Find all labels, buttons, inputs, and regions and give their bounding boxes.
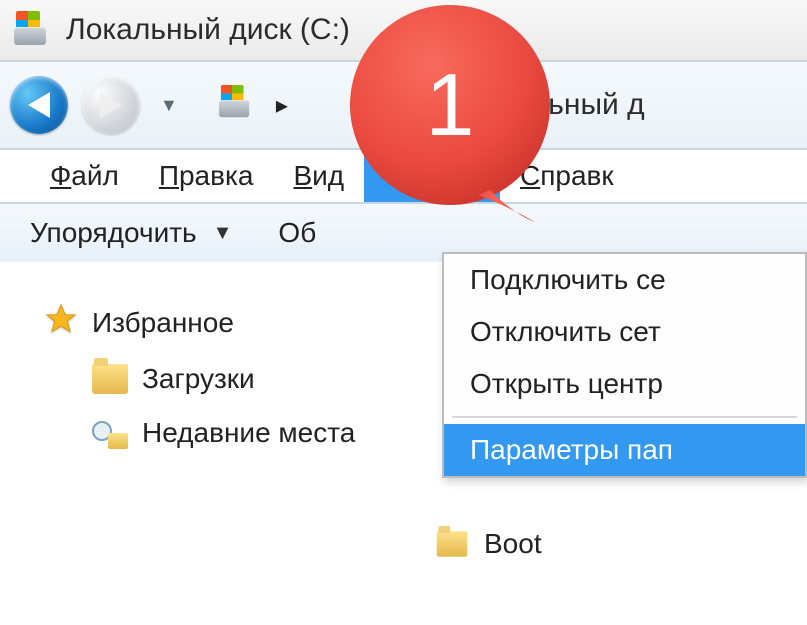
menu-item-folder-options[interactable]: Параметры пап xyxy=(444,424,805,476)
address-bar: ▼ ▸ ▸ Локальный д xyxy=(0,60,807,150)
title-bar: Локальный диск (C:) xyxy=(0,0,807,60)
menu-view[interactable]: Вид xyxy=(273,150,364,202)
window-title: Локальный диск (C:) xyxy=(66,13,350,47)
folder-icon xyxy=(437,531,468,557)
menu-file[interactable]: Файл xyxy=(30,150,139,202)
toolbar-open-button[interactable]: Об xyxy=(278,217,316,249)
menu-separator xyxy=(452,416,797,418)
nav-forward-button[interactable] xyxy=(82,76,140,134)
sidebar-downloads-label: Загрузки xyxy=(142,363,255,395)
organize-button[interactable]: Упорядочить xyxy=(30,217,197,249)
arrow-right-icon xyxy=(100,92,122,118)
menu-bar: Файл Правка Вид Сервис Справк xyxy=(0,150,807,202)
tools-dropdown-menu: Подключить се Отключить сет Открыть цент… xyxy=(442,252,807,478)
chevron-down-icon[interactable]: ▼ xyxy=(213,222,233,245)
folder-icon xyxy=(92,364,128,394)
menu-item-open-sync-center[interactable]: Открыть центр xyxy=(444,358,805,410)
sidebar-favorites-label: Избранное xyxy=(92,307,234,339)
breadcrumb-segment[interactable]: Локальный д xyxy=(464,88,645,122)
menu-tools[interactable]: Сервис xyxy=(364,150,500,202)
recent-places-icon xyxy=(92,415,128,451)
arrow-left-icon xyxy=(28,92,50,118)
address-drive-icon[interactable] xyxy=(214,83,258,127)
menu-item-disconnect-drive[interactable]: Отключить сет xyxy=(444,306,805,358)
file-name: Boot xyxy=(484,528,542,560)
drive-icon xyxy=(10,9,52,51)
breadcrumb-chevron-icon[interactable]: ▸ xyxy=(276,91,288,120)
menu-edit[interactable]: Правка xyxy=(139,150,274,202)
breadcrumb-chevron-icon[interactable]: ▸ xyxy=(430,91,442,120)
menu-item-map-drive[interactable]: Подключить се xyxy=(444,254,805,306)
nav-history-chevron-icon[interactable]: ▼ xyxy=(154,95,184,116)
menu-help[interactable]: Справк xyxy=(500,150,634,202)
sidebar-downloads[interactable]: Загрузки xyxy=(40,353,420,405)
sidebar-recent[interactable]: Недавние места xyxy=(40,405,420,461)
list-item[interactable]: Boot xyxy=(434,522,807,566)
star-icon xyxy=(44,302,78,343)
sidebar-favorites[interactable]: Избранное xyxy=(40,292,420,353)
sidebar-recent-label: Недавние места xyxy=(142,417,355,449)
nav-back-button[interactable] xyxy=(10,76,68,134)
navigation-pane: Избранное Загрузки Недавние места xyxy=(0,262,420,625)
